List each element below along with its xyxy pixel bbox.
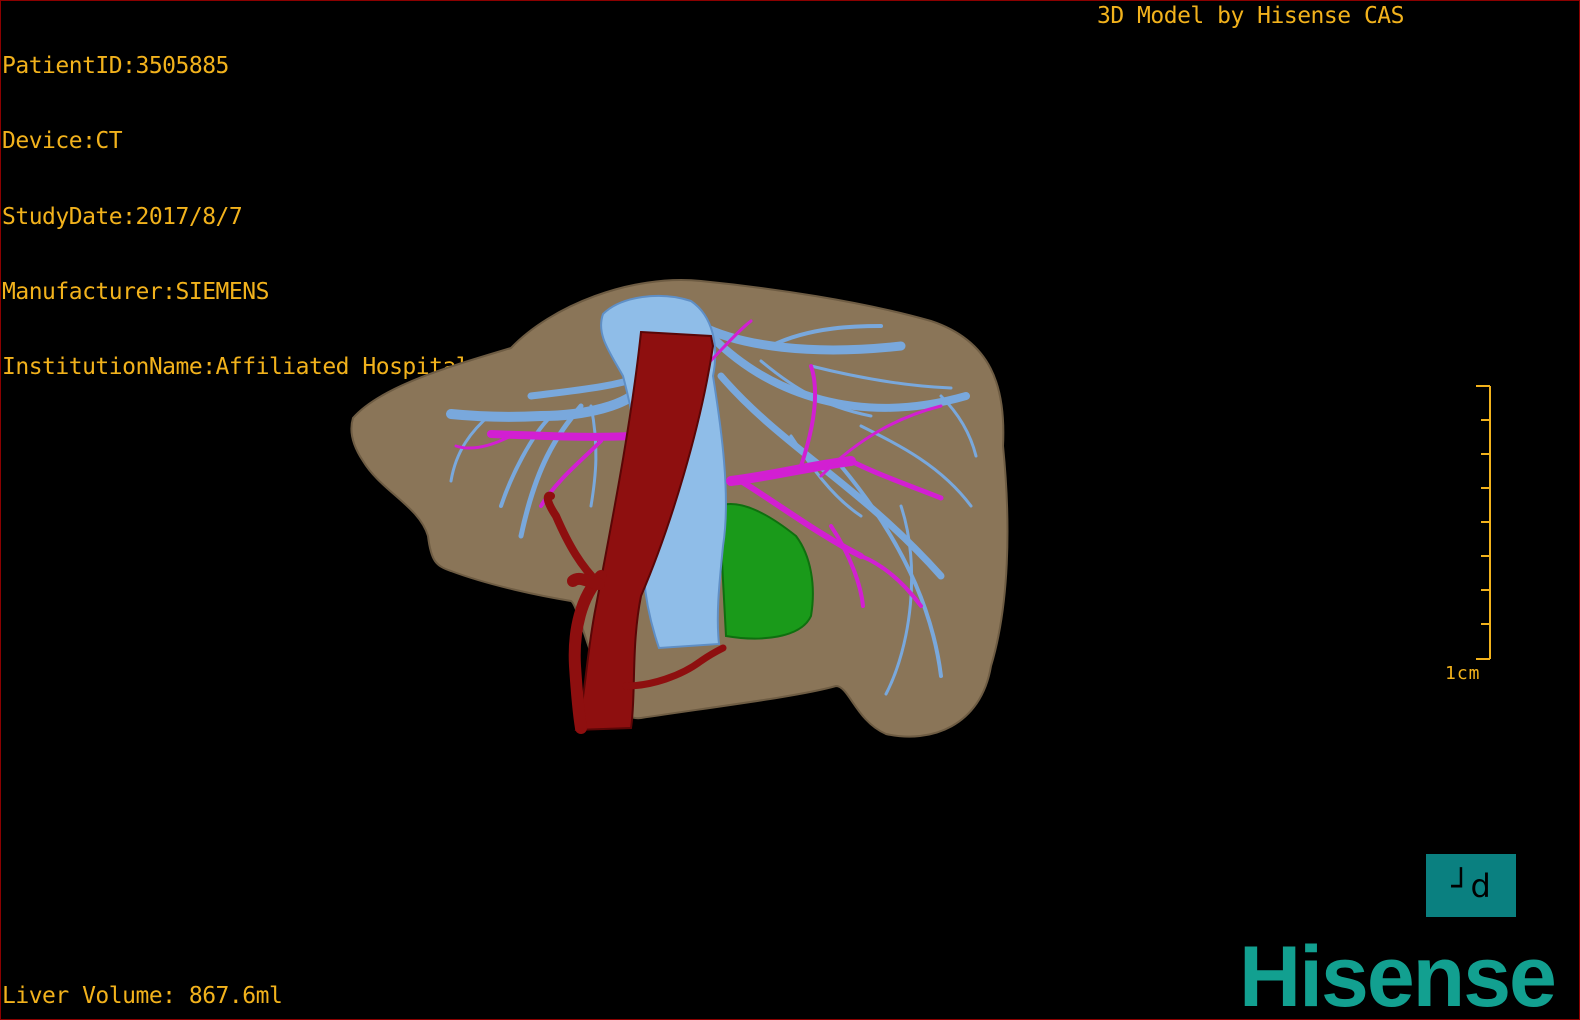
scale-bar-label: 1cm [1445,663,1481,684]
device-text: Device:CT [2,128,123,155]
3d-viewport[interactable]: PatientID:3505885 Device:CT StudyDate:20… [0,0,1580,1020]
patient-id-text: PatientID:3505885 [2,53,229,79]
study-date-text: StudyDate:2017/8/7 [2,203,243,230]
scale-bar [1476,385,1491,660]
orientation-cube[interactable]: ┘d [1426,854,1516,917]
liver-volume-text: Liver Volume: 867.6ml [2,983,283,1009]
liver-3d-model[interactable] [341,266,1021,746]
model-credit-text: 3D Model by Hisense CAS [1097,3,1405,29]
hisense-logo: Hisense [1239,929,1557,1020]
orientation-label: ┘d [1451,866,1491,905]
